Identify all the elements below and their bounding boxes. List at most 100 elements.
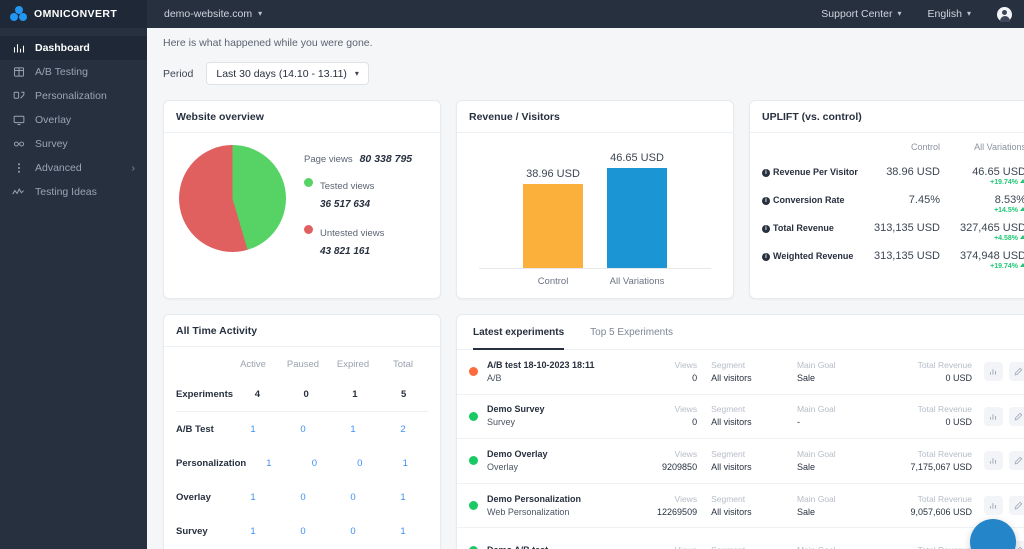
uplift-row: iWeighted Revenue313,135 USD374,948 USD+…: [762, 250, 1024, 270]
revenue-axis-line: [479, 268, 711, 269]
all-time-activity-card: All Time Activity ActivePausedExpiredTot…: [163, 314, 441, 549]
activity-row: Overlay1001: [176, 480, 428, 514]
activity-row: Survey1001: [176, 514, 428, 548]
uplift-delta: +4.58%: [940, 235, 1024, 242]
tab-latest-experiments[interactable]: Latest experiments: [473, 315, 564, 350]
experiment-name: Demo A/B test: [487, 544, 627, 549]
experiment-row[interactable]: Demo OverlayOverlayViews9209850SegmentAl…: [457, 439, 1024, 484]
uplift-delta: +19.74%: [940, 179, 1024, 186]
stats-bar-chart-icon[interactable]: [984, 362, 1003, 381]
info-icon[interactable]: i: [762, 169, 770, 177]
experiment-row[interactable]: Demo PersonalizationWeb PersonalizationV…: [457, 484, 1024, 529]
experiment-revenue-cell: Total Revenue9,057,606 USD: [869, 493, 972, 519]
uplift-header-control: Control: [862, 142, 940, 152]
activity-cell[interactable]: 0: [278, 424, 328, 435]
sidebar-item-a-b-testing[interactable]: A/B Testing: [0, 60, 147, 84]
activity-cell[interactable]: 1: [378, 492, 428, 503]
activity-cell[interactable]: 0: [278, 492, 328, 503]
sidebar-item-survey[interactable]: Survey: [0, 132, 147, 156]
activity-cell[interactable]: 1: [328, 424, 378, 435]
experiment-goal-cell: Main GoalSale: [783, 493, 869, 519]
experiment-views-value: 12269509: [627, 506, 697, 519]
chevron-down-icon: ▾: [967, 10, 971, 18]
activity-cell[interactable]: 0: [292, 458, 337, 469]
activity-column-header: Active: [228, 359, 278, 370]
experiment-type: Overlay: [487, 461, 627, 474]
experiment-revenue-header: Total Revenue: [869, 359, 972, 372]
sidebar-item-dashboard[interactable]: Dashboard: [0, 36, 147, 60]
experiment-views-value: 0: [627, 416, 697, 429]
experiment-views-cell: Views0: [627, 403, 697, 429]
experiment-row[interactable]: A/B test 18-10-2023 18:11A/BViews0Segmen…: [457, 350, 1024, 395]
activity-cell[interactable]: 0: [328, 526, 378, 537]
experiment-actions: [984, 407, 1024, 426]
stats-bar-chart-icon[interactable]: [984, 451, 1003, 470]
uplift-header-row: Control All Variations: [762, 142, 1024, 158]
activity-cell[interactable]: 2: [378, 424, 428, 435]
uplift-up-arrow-icon: [1020, 179, 1024, 183]
revenue-visitors-card: Revenue / Visitors 38.96 USD46.65 USD Co…: [456, 100, 734, 299]
sidebar: OMNICONVERT DashboardA/B Testing Personal…: [0, 0, 147, 549]
activity-header-row: ActivePausedExpiredTotal: [176, 351, 428, 377]
info-icon[interactable]: i: [762, 253, 770, 261]
experiment-type: Web Personalization: [487, 506, 627, 519]
stats-bar-chart-icon[interactable]: [984, 496, 1003, 515]
experiment-status-dot: [469, 456, 478, 465]
activity-cell[interactable]: 0: [278, 526, 328, 537]
experiment-segment-header: Segment: [711, 544, 783, 549]
avatar[interactable]: [997, 7, 1012, 22]
experiment-row[interactable]: Demo SurveySurveyViews0SegmentAll visito…: [457, 395, 1024, 440]
edit-pencil-icon[interactable]: [1009, 451, 1024, 470]
edit-pencil-icon[interactable]: [1009, 362, 1024, 381]
sidebar-item-personalization[interactable]: Personalization: [0, 84, 147, 108]
activity-cell[interactable]: 1: [228, 526, 278, 537]
support-center-menu[interactable]: Support Center ▾: [821, 8, 901, 20]
info-icon[interactable]: i: [762, 225, 770, 233]
experiment-actions: [984, 451, 1024, 470]
site-selector[interactable]: demo-website.com ▾: [164, 8, 262, 20]
activity-cell[interactable]: 1: [228, 424, 278, 435]
experiment-revenue-value: 0 USD: [869, 416, 972, 429]
activity-cell[interactable]: 0: [328, 492, 378, 503]
edit-pencil-icon[interactable]: [1009, 407, 1024, 426]
info-icon[interactable]: i: [762, 197, 770, 205]
uplift-metric-name: iWeighted Revenue: [762, 250, 862, 262]
experiment-views-value: 0: [627, 372, 697, 385]
uplift-up-arrow-icon: [1020, 235, 1024, 239]
activity-cell[interactable]: 1: [246, 458, 291, 469]
sidebar-item-overlay[interactable]: Overlay: [0, 108, 147, 132]
tab-top-5-experiments[interactable]: Top 5 Experiments: [590, 315, 673, 350]
page-views-label: Page views: [304, 154, 353, 165]
experiment-revenue-header: Total Revenue: [869, 448, 972, 461]
brand-logo[interactable]: OMNICONVERT: [0, 0, 147, 28]
activity-cell[interactable]: 1: [383, 458, 428, 469]
sidebar-item-label: Personalization: [35, 90, 107, 102]
activity-cell[interactable]: 1: [378, 526, 428, 537]
bar-column: 38.96 USD: [523, 147, 583, 269]
experiment-name-cell: Demo SurveySurvey: [487, 403, 627, 429]
chevron-down-icon: ▾: [898, 10, 902, 18]
revenue-visitors-title: Revenue / Visitors: [457, 101, 733, 133]
legend-name: Tested views: [320, 181, 374, 192]
experiment-segment-cell: SegmentAll visitors: [697, 359, 783, 385]
period-dropdown[interactable]: Last 30 days (14.10 - 13.11) ▾: [206, 62, 369, 85]
experiment-views-header: Views: [627, 493, 697, 506]
uplift-control-value: 7.45%: [862, 194, 940, 206]
revenue-visitors-chart: 38.96 USD46.65 USD ControlAll Variations: [457, 133, 733, 299]
experiment-views-value: 9209850: [627, 461, 697, 474]
stats-bar-chart-icon[interactable]: [984, 407, 1003, 426]
experiment-views-header: Views: [627, 448, 697, 461]
experiment-views-cell: Views0: [627, 359, 697, 385]
sidebar-item-advanced[interactable]: Advanced›: [0, 156, 147, 180]
experiment-type: Survey: [487, 416, 627, 429]
experiment-views-cell: Views: [627, 544, 697, 549]
website-overview-card: Website overview Page views 80 338 795 T…: [163, 100, 441, 299]
activity-cell[interactable]: 0: [337, 458, 382, 469]
experiment-row[interactable]: Demo A/B testViewsSegmentMain GoalTotal …: [457, 528, 1024, 549]
page-content: Here is what happened while you were gon…: [147, 28, 1024, 549]
language-menu[interactable]: English ▾: [928, 8, 971, 20]
activity-cell[interactable]: 1: [228, 492, 278, 503]
sidebar-item-testing-ideas[interactable]: Testing Ideas: [0, 180, 147, 204]
page-views-pie-chart: [179, 145, 286, 252]
edit-pencil-icon[interactable]: [1009, 496, 1024, 515]
